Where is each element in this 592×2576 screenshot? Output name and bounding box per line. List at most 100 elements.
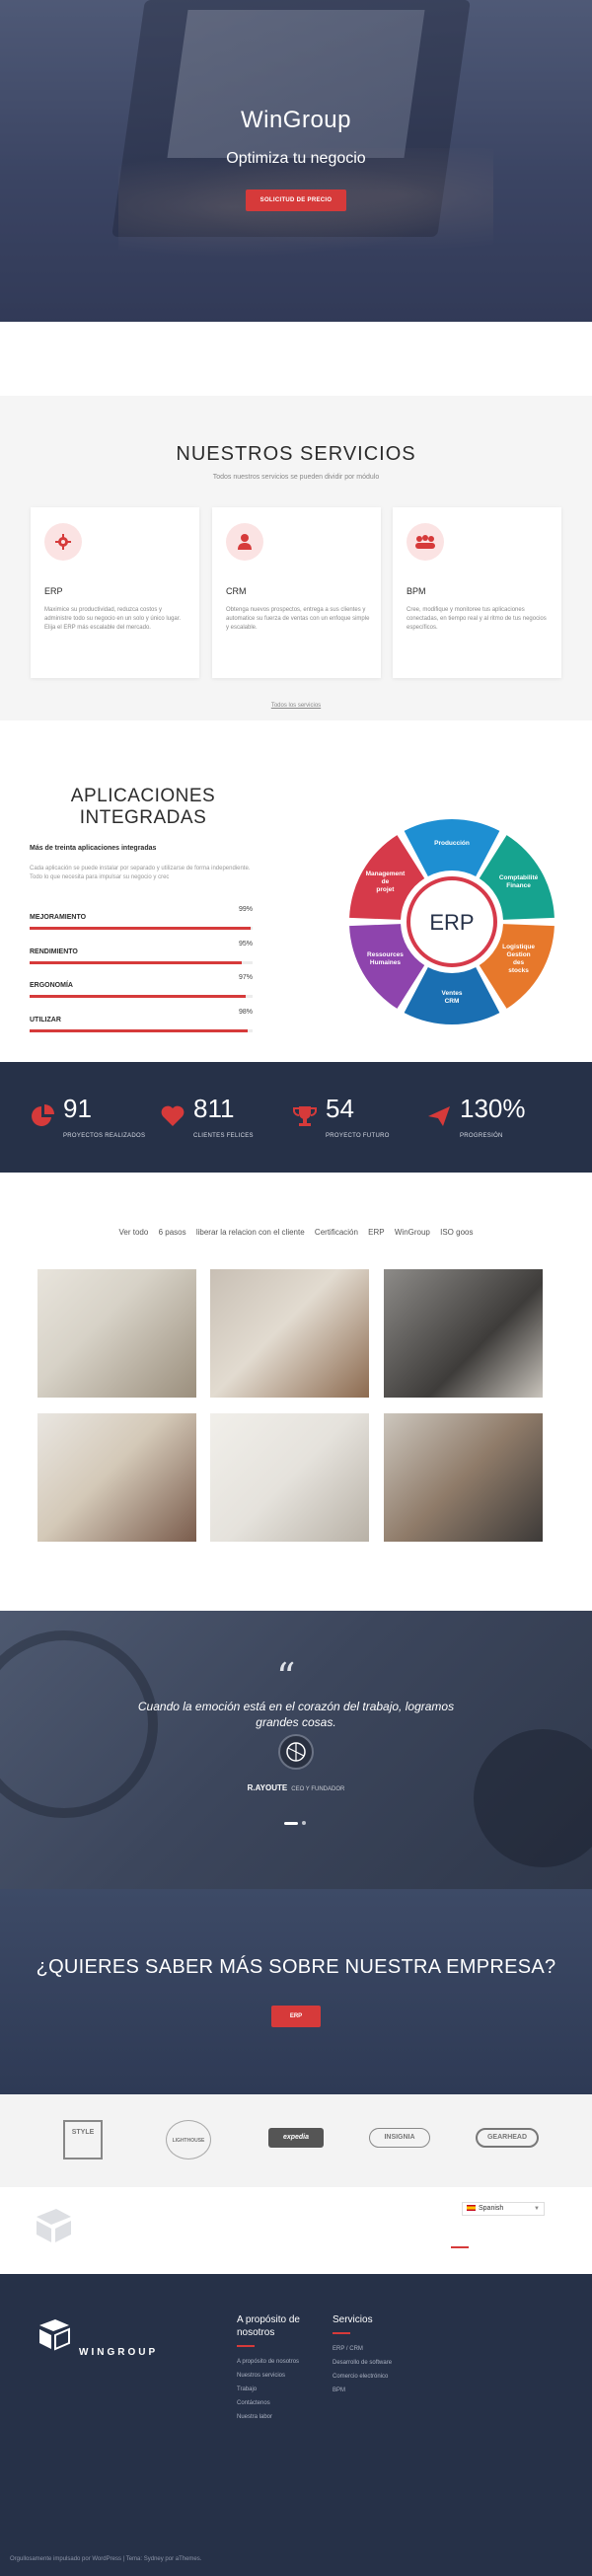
erp-wheel-label: Ressources Humaines [367, 951, 404, 966]
footer-col-about: A propósito de nosotros A propósito de n… [237, 2313, 326, 2428]
footer-brand: WINGROUP [36, 2315, 155, 2364]
filter-item[interactable]: ISO goos [440, 1228, 473, 1237]
skill-label: MEJORAMIENTO [30, 914, 87, 921]
apps-lead: Más de treinta aplicaciones integradas [30, 845, 157, 852]
copyright-text: Orgullosamente impulsado por WordPress |… [10, 2556, 202, 2562]
footer-link[interactable]: Comercio electrónico [333, 2374, 421, 2380]
portfolio-image-laptop-code[interactable] [384, 1269, 543, 1398]
heart-icon [161, 1105, 185, 1126]
stat-number: 811 [193, 1094, 235, 1123]
stats-section: 91 PROYECTOS REALIZADOS 811 CLIENTES FEL… [0, 1062, 592, 1173]
quote-icon: “ [276, 1655, 296, 1699]
stat-label: PROGRESIÓN [460, 1133, 503, 1139]
spacer [0, 1173, 592, 1228]
erp-wheel-segment [404, 819, 500, 876]
cta-title: ¿QUIERES SABER MÁS SOBRE NUESTRA EMPRESA… [36, 1956, 556, 1978]
logo-insignia: INSIGNIA [369, 2128, 430, 2148]
skill-label: UTILIZAR [30, 1017, 61, 1023]
filter-item[interactable]: liberar la relacion con el cliente [196, 1228, 305, 1237]
footer-link[interactable]: Nuestra labor [237, 2414, 326, 2420]
service-card-text: Obtenga nuevos prospectos, entrega a sus… [226, 607, 370, 631]
footer-col-title: A propósito de nosotros [237, 2314, 300, 2338]
portfolio-image-planning[interactable] [37, 1269, 196, 1398]
price-request-button[interactable]: SOLICITUD DE PRECIO [246, 189, 346, 211]
logo-lighthouse: LIGHTHOUSE [166, 2120, 211, 2159]
stat-number: 91 [63, 1094, 92, 1123]
service-card-title: CRM [226, 586, 247, 596]
client-logos-section: STYLE LIGHTHOUSE expedia INSIGNIA GEARHE… [0, 2094, 592, 2187]
avatar [278, 1734, 314, 1770]
erp-wheel-label: Producción [434, 840, 470, 847]
logo-gearhead: GEARHEAD [476, 2128, 539, 2148]
skill-fill [30, 995, 247, 998]
language-strip: Spanish ▼ [0, 2187, 592, 2274]
portfolio-image-meeting[interactable] [210, 1269, 369, 1398]
team-icon [407, 523, 444, 561]
footer-link[interactable]: Nuestros servicios [237, 2373, 326, 2379]
testimonial-section: “ Cuando la emoción está en el corazón d… [0, 1611, 592, 1889]
hero-title: WinGroup [240, 107, 352, 133]
paper-plane-icon [428, 1106, 450, 1126]
stat-label: CLIENTES FELICES [193, 1133, 254, 1139]
chevron-down-icon: ▼ [534, 2206, 540, 2212]
wingroup-logo-icon [39, 2319, 70, 2351]
spain-flag-icon [467, 2205, 476, 2212]
filter-item[interactable]: 6 pasos [159, 1228, 186, 1237]
footer-link[interactable]: A propósito de nosotros [237, 2359, 326, 2365]
footer-link[interactable]: Contáctenos [237, 2400, 326, 2406]
apps-title: APLICACIONES INTEGRADAS [70, 786, 216, 828]
stat-label: PROYECTOS REALIZADOS [63, 1133, 146, 1139]
skill-label: RENDIMIENTO [30, 948, 78, 955]
skill-label: ERGONOMÍA [30, 982, 73, 989]
spacer [0, 322, 592, 396]
all-services-link[interactable]: Todos los servicios [0, 703, 592, 709]
skill-bar: RENDIMIENTO 95% [30, 941, 253, 964]
cta-section: ¿QUIERES SABER MÁS SOBRE NUESTRA EMPRESA… [0, 1889, 592, 2094]
footer-link[interactable]: Desarrollo de software [333, 2360, 421, 2366]
skill-bar: UTILIZAR 98% [30, 1009, 253, 1032]
testimonial-role: CEO Y FUNDADOR [291, 1786, 345, 1792]
filter-item[interactable]: Certificación [315, 1228, 358, 1237]
portfolio-image-sketching[interactable] [37, 1413, 196, 1542]
service-card-bpm[interactable]: BPM Cree, modifique y monitoree tus apli… [393, 507, 561, 678]
footer-col-title: Servicios [333, 2314, 373, 2325]
apps-section: APLICACIONES INTEGRADAS Más de treinta a… [0, 768, 592, 1062]
portfolio-image-working-laptop[interactable] [384, 1413, 543, 1542]
erp-button[interactable]: ERP [271, 2006, 321, 2027]
spacer [0, 1591, 592, 1611]
footer-link[interactable]: BPM [333, 2387, 421, 2393]
footer-wordmark: WINGROUP [79, 2347, 159, 2358]
logo-expedia: expedia [268, 2128, 324, 2148]
portfolio-image-desk-monitor[interactable] [210, 1413, 369, 1542]
carousel-dots[interactable] [284, 1812, 306, 1830]
skill-percent: 98% [238, 1009, 253, 1016]
testimonial-quote: Cuando la emoción está en el corazón del… [137, 1700, 455, 1729]
spacer [0, 720, 592, 768]
service-card-text: Maximice su productividad, reduzca costo… [44, 607, 182, 631]
portfolio-filters: Ver todo 6 pasos liberar la relacion con… [0, 1228, 592, 1237]
gear-icon [44, 523, 82, 561]
stat-number: 54 [326, 1094, 354, 1123]
service-card-title: ERP [44, 586, 63, 596]
services-title: NUESTROS SERVICIOS [176, 443, 416, 465]
skill-percent: 99% [238, 906, 253, 913]
filter-item[interactable]: WinGroup [395, 1228, 430, 1237]
filter-all[interactable]: Ver todo [119, 1228, 149, 1237]
skill-bar: MEJORAMIENTO 99% [30, 906, 253, 930]
apps-paragraph: Cada aplicación se puede instalar por se… [30, 866, 251, 880]
skill-fill [30, 927, 251, 930]
service-card-erp[interactable]: ERP Maximice su productividad, reduzca c… [31, 507, 199, 678]
filter-item[interactable]: ERP [368, 1228, 384, 1237]
footer-link[interactable]: ERP / CRM [333, 2346, 421, 2352]
background-cup-image [474, 1729, 592, 1867]
erp-wheel-center-label: ERP [429, 910, 474, 935]
skill-fill [30, 961, 242, 964]
logo-style: STYLE [63, 2120, 103, 2159]
hero-section: WinGroup Optimiza tu negocio SOLICITUD D… [0, 0, 592, 322]
faded-logo-icon [37, 2209, 71, 2242]
footer-link[interactable]: Trabajo [237, 2387, 326, 2392]
service-card-crm[interactable]: CRM Obtenga nuevos prospectos, entrega a… [212, 507, 381, 678]
skill-percent: 95% [238, 941, 253, 947]
services-section: NUESTROS SERVICIOS Todos nuestros servic… [0, 396, 592, 720]
language-select[interactable]: Spanish ▼ [462, 2202, 545, 2216]
